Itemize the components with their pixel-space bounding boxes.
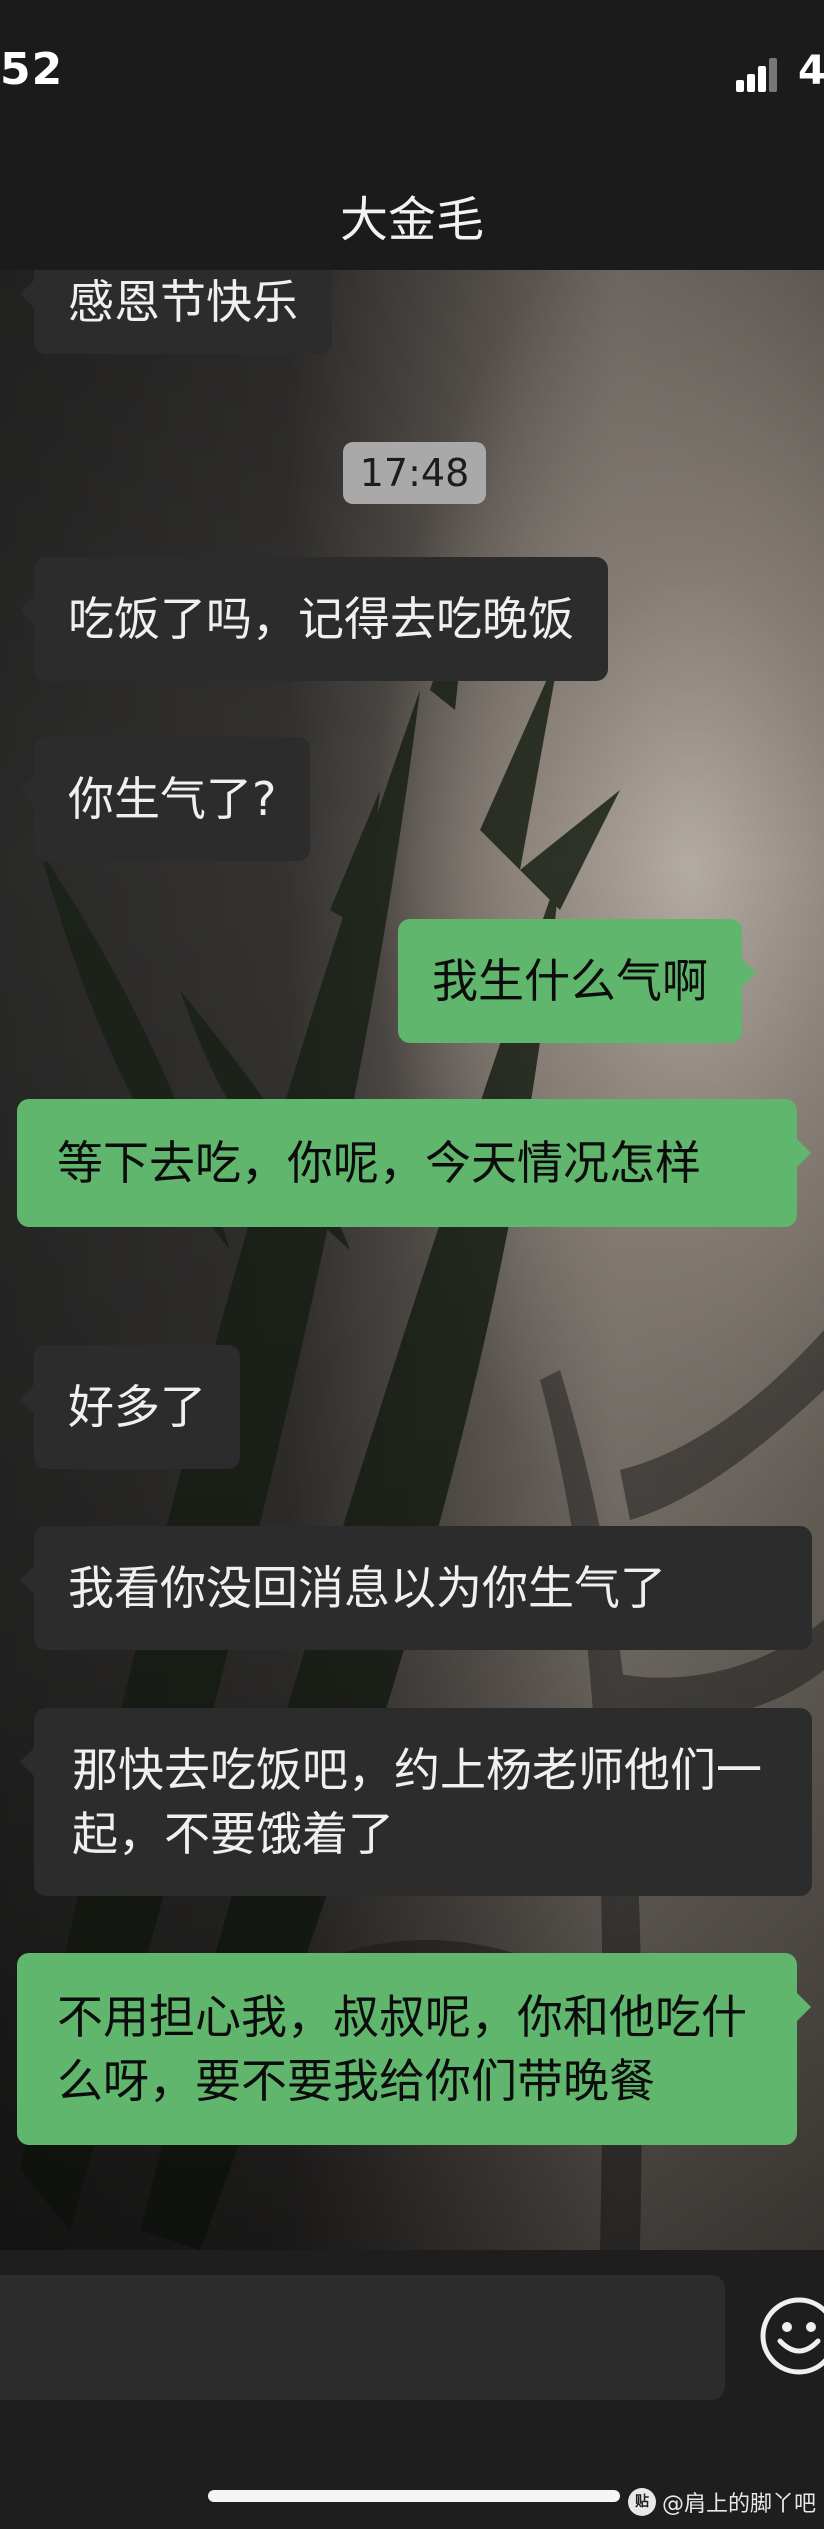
message-incoming[interactable]: 感恩节快乐: [20, 270, 332, 354]
watermark-text: @肩上的脚丫吧: [662, 2492, 817, 2517]
watermark: 贴 @肩上的脚丫吧: [628, 2486, 816, 2518]
message-incoming[interactable]: 好多了: [20, 1345, 240, 1469]
status-time: 52: [0, 44, 64, 95]
message-incoming[interactable]: 你生气了?: [19, 737, 311, 861]
tieba-logo-icon: 贴: [628, 2488, 656, 2516]
message-outgoing[interactable]: 不用担心我，叔叔呢，你和他吃什么呀，要不要我给你们带晚餐: [17, 1953, 811, 2145]
message-list[interactable]: 感恩节快乐 17:48 吃饭了吗，记得去吃晚饭 你生气了? 我生什么气啊 等下去…: [0, 270, 824, 2250]
message-incoming[interactable]: 我看你没回消息以为你生气了: [20, 1526, 812, 1650]
message-outgoing[interactable]: 我生什么气啊: [398, 919, 756, 1043]
home-indicator[interactable]: [208, 2490, 620, 2502]
battery-level: 4: [798, 48, 824, 94]
cellular-signal-icon: [736, 58, 777, 92]
message-timestamp: 17:48: [343, 442, 486, 504]
message-incoming[interactable]: 吃饭了吗，记得去吃晚饭: [20, 557, 608, 681]
message-input[interactable]: [0, 2275, 725, 2400]
smiley-face-icon[interactable]: [758, 2295, 824, 2377]
status-bar: 52 4: [0, 0, 824, 140]
message-incoming[interactable]: 那快去吃饭吧，约上杨老师他们一起，不要饿着了: [20, 1708, 812, 1896]
chat-header: 大金毛: [0, 140, 824, 270]
contact-name-title: 大金毛: [339, 192, 484, 248]
message-outgoing[interactable]: 等下去吃，你呢，今天情况怎样: [17, 1099, 811, 1227]
